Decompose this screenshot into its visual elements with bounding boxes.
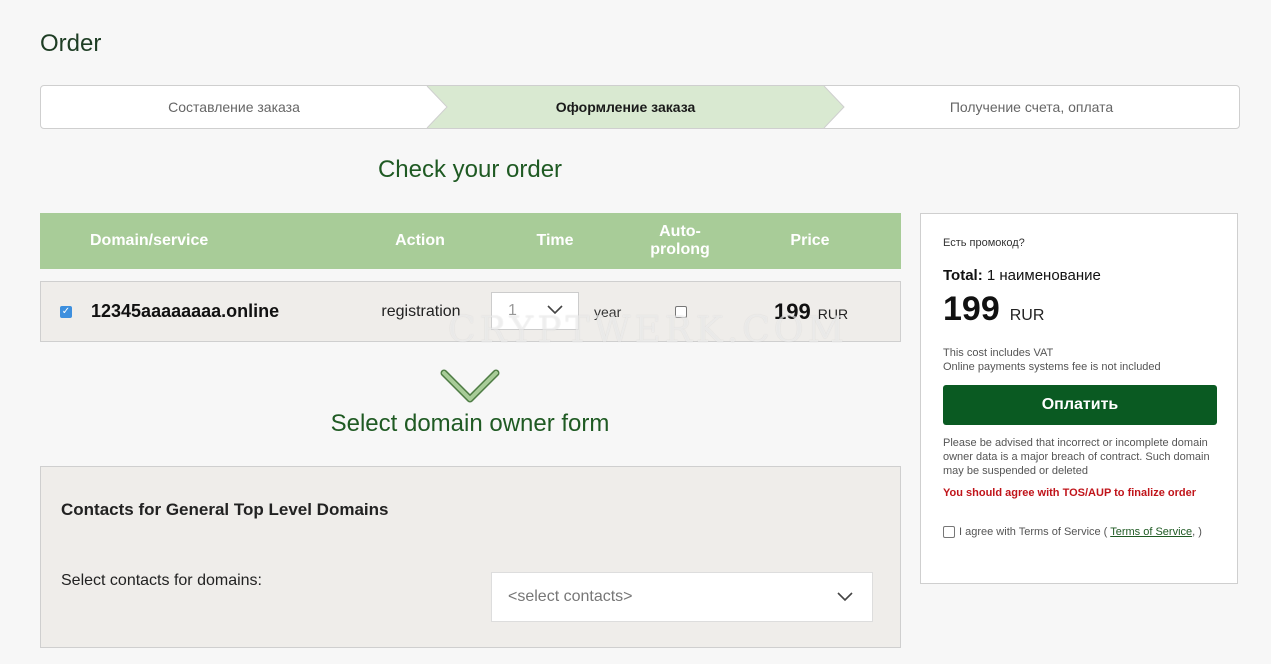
domain-name: 12345aaaaaaaa.online (91, 301, 280, 321)
agree-text: I agree with Terms of Service ( (959, 526, 1108, 538)
contacts-panel: Contacts for General Top Level Domains S… (40, 466, 901, 648)
total-price: 199 RUR (943, 290, 1044, 329)
owner-form-heading: Select domain owner form (330, 410, 610, 437)
tos-warning: You should agree with TOS/AUP to finaliz… (943, 487, 1197, 499)
total-price-value: 199 (943, 290, 1000, 328)
col-autoprolong: Auto- prolong (650, 223, 710, 258)
contacts-title: Contacts for General Top Level Domains (61, 500, 389, 519)
col-action: Action (395, 232, 445, 249)
chevron-down-icon (837, 592, 853, 602)
col-time: Time (536, 232, 574, 249)
tos-link[interactable]: Terms of Service (1110, 526, 1192, 538)
agree-end: , ) (1192, 526, 1202, 538)
advice-note: Please be advised that incorrect or inco… (943, 437, 1210, 477)
order-summary-panel: Есть промокод? Total: 1 наименование 199… (920, 213, 1238, 584)
step-checkout[interactable]: Оформление заказа (427, 86, 824, 128)
contacts-label: Select contacts for domains: (61, 572, 262, 589)
check-order-heading: Check your order (377, 156, 563, 183)
watermark: CRYPTWERK.COM (448, 310, 849, 351)
page-title: Order (40, 30, 102, 57)
contacts-select-value: <select contacts> (508, 588, 633, 605)
step-compose[interactable]: Составление заказа (41, 86, 427, 128)
total-line: Total: 1 наименование (943, 267, 1101, 284)
order-table-header: Domain/service Action Time Auto- prolong… (40, 213, 901, 269)
tos-checkbox[interactable] (943, 526, 955, 538)
tos-agreement: I agree with Terms of Service ( Terms of… (943, 525, 1223, 539)
total-price-currency: RUR (1009, 307, 1045, 324)
total-label: Total: (943, 267, 983, 284)
promo-code-link[interactable]: Есть промокод? (943, 237, 1025, 249)
chevron-down-arrow-icon (440, 369, 500, 403)
col-price: Price (790, 232, 830, 249)
col-domain: Domain/service (90, 232, 209, 249)
pay-button[interactable]: Оплатить (943, 385, 1217, 425)
vat-note: This cost includes VAT (943, 347, 1054, 359)
step-payment[interactable]: Получение счета, оплата (824, 86, 1239, 128)
total-items: 1 наименование (986, 267, 1101, 284)
row-select-checkbox[interactable]: ✓ (60, 305, 72, 318)
contacts-select[interactable]: <select contacts> (491, 572, 873, 622)
order-steps: Составление заказа Оформление заказа Пол… (40, 85, 1240, 129)
fee-note: Online payments systems fee is not inclu… (943, 361, 1161, 373)
